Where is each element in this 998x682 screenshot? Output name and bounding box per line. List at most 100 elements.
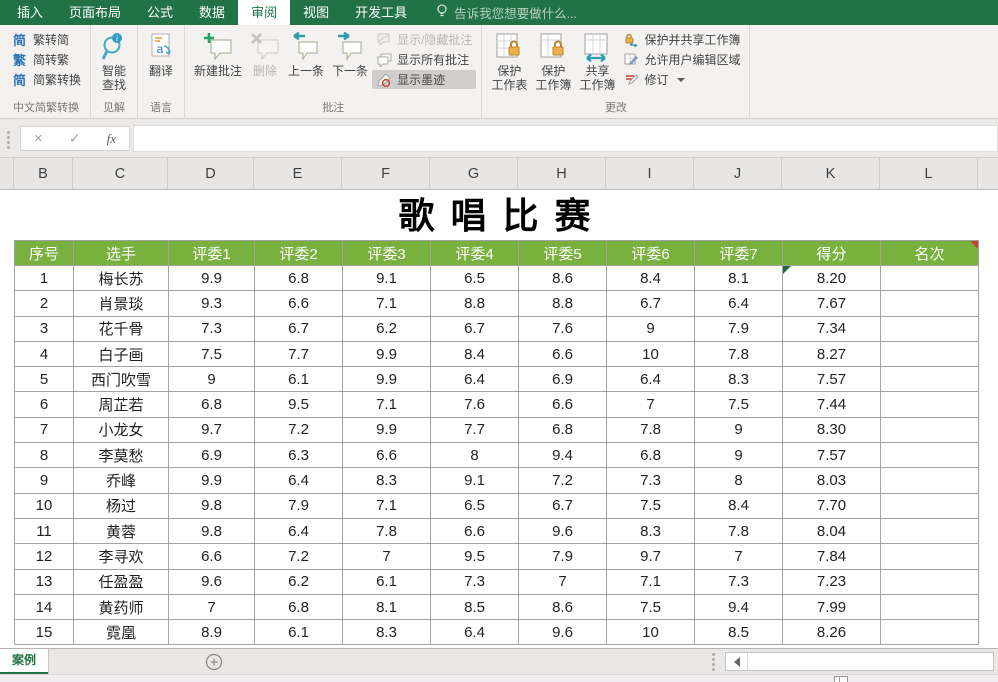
show-hide-comment-button[interactable]: 显示/隐藏批注	[372, 30, 476, 49]
cell-rank[interactable]	[880, 442, 979, 469]
ribbon-tab[interactable]: 数据	[186, 0, 238, 25]
cell-judge-score[interactable]: 6.8	[254, 264, 343, 292]
cell-contestant[interactable]: 西门吹雪	[73, 366, 169, 393]
cell-total-score[interactable]: 7.57	[782, 366, 881, 393]
cell-index[interactable]: 11	[14, 517, 74, 545]
cell-judge-score[interactable]: 8.3	[606, 517, 695, 545]
cell-judge-score[interactable]: 6.8	[606, 442, 695, 469]
cell-judge-score[interactable]: 6.1	[254, 366, 343, 393]
column-header-D[interactable]: D	[168, 158, 254, 189]
cell-judge-score[interactable]: 6.7	[518, 492, 607, 519]
cell-rank[interactable]	[880, 543, 979, 570]
ribbon-tab[interactable]: 插入	[4, 0, 56, 25]
cell-judge-score[interactable]: 8.1	[342, 593, 431, 621]
cell-rank[interactable]	[880, 391, 979, 418]
cell-judge-score[interactable]: 6.9	[168, 442, 255, 469]
cell-judge-score[interactable]: 6.6	[518, 340, 607, 368]
cell-index[interactable]: 5	[14, 366, 74, 393]
cell-judge-score[interactable]: 7	[342, 543, 431, 570]
enter-icon[interactable]: ✓	[69, 130, 81, 147]
cell-contestant[interactable]: 小龙女	[73, 416, 169, 444]
ribbon-tab[interactable]: 开发工具	[342, 0, 420, 25]
column-header-E[interactable]: E	[254, 158, 342, 189]
cell-contestant[interactable]: 肖景琰	[73, 290, 169, 317]
sheet-tab-active[interactable]: 案例	[0, 649, 50, 674]
selected-cell[interactable]: 8.20	[782, 264, 881, 292]
ribbon-tab[interactable]: 页面布局	[56, 0, 134, 25]
cell-judge-score[interactable]: 7.9	[518, 543, 607, 570]
cell-rank[interactable]	[880, 416, 979, 444]
cell-rank[interactable]	[880, 593, 979, 621]
cell-rank[interactable]	[880, 366, 979, 393]
cell-judge-score[interactable]: 6.4	[254, 467, 343, 494]
cell-total-score[interactable]: 7.67	[782, 290, 881, 317]
cell-rank[interactable]	[880, 340, 979, 368]
cell-judge-score[interactable]: 6.6	[518, 391, 607, 418]
cell-judge-score[interactable]: 6.6	[342, 442, 431, 469]
cell-judge-score[interactable]: 6.6	[254, 290, 343, 317]
cell-judge-score[interactable]: 8.8	[430, 290, 519, 317]
protect-sheet-button[interactable]: 保护 工作表	[487, 28, 531, 100]
cell-judge-score[interactable]: 6.8	[254, 593, 343, 621]
scrollbar-track[interactable]	[748, 653, 993, 670]
cell-judge-score[interactable]: 9.1	[342, 264, 431, 292]
cell-rank[interactable]	[880, 290, 979, 317]
cell-judge-score[interactable]: 7.1	[342, 391, 431, 418]
cell-judge-score[interactable]: 9.4	[694, 593, 783, 621]
delete-comment-button[interactable]: 删除	[246, 28, 284, 100]
cell-contestant[interactable]: 霓凰	[73, 619, 169, 646]
cell-judge-score[interactable]: 7.3	[694, 568, 783, 595]
cell-total-score[interactable]: 7.84	[782, 543, 881, 570]
previous-comment-button[interactable]: 上一条	[284, 28, 328, 100]
cell-total-score[interactable]: 8.03	[782, 467, 881, 494]
cell-judge-score[interactable]: 7.6	[518, 315, 607, 342]
translate-button[interactable]: a 翻译	[143, 28, 179, 100]
cell-judge-score[interactable]: 7.9	[694, 315, 783, 342]
cell-judge-score[interactable]: 6.2	[342, 315, 431, 342]
horizontal-scrollbar[interactable]	[712, 652, 994, 671]
cell-judge-score[interactable]: 9.5	[430, 543, 519, 570]
cell-rank[interactable]	[880, 619, 979, 646]
cell-index[interactable]: 14	[14, 593, 74, 621]
cell-contestant[interactable]: 梅长苏	[73, 264, 169, 292]
cell-total-score[interactable]: 7.70	[782, 492, 881, 519]
allow-edit-ranges-button[interactable]: 允许用户编辑区域	[619, 50, 744, 69]
table-header-cell[interactable]: 名次	[880, 240, 979, 266]
cell-judge-score[interactable]: 7.8	[694, 517, 783, 545]
cell-judge-score[interactable]: 9.9	[342, 416, 431, 444]
cell-judge-score[interactable]: 6.4	[694, 290, 783, 317]
cell-judge-score[interactable]: 6.5	[430, 264, 519, 292]
cell-judge-score[interactable]: 8	[430, 442, 519, 469]
cell-judge-score[interactable]: 9.9	[168, 264, 255, 292]
sheet-grid[interactable]: 歌 唱 比 赛 序号 选手 评委1 评委2 评委3 评委4 评委5 评委6 评委7 得分 名次 1梅…	[0, 190, 998, 648]
protect-workbook-button[interactable]: 保护 工作簿	[531, 28, 575, 100]
cell-judge-score[interactable]: 9.9	[342, 340, 431, 368]
smart-lookup-button[interactable]: i 智能 查找	[96, 28, 132, 100]
table-header-cell[interactable]: 得分	[782, 240, 881, 266]
cell-judge-score[interactable]: 9	[694, 442, 783, 469]
cell-judge-score[interactable]: 8.5	[430, 593, 519, 621]
table-header-cell[interactable]: 选手	[73, 240, 169, 266]
cell-rank[interactable]	[880, 264, 979, 292]
cell-judge-score[interactable]: 7.8	[606, 416, 695, 444]
cell-contestant[interactable]: 白子画	[73, 340, 169, 368]
cell-judge-score[interactable]: 6.6	[430, 517, 519, 545]
cell-contestant[interactable]: 周芷若	[73, 391, 169, 418]
cell-judge-score[interactable]: 7.3	[168, 315, 255, 342]
cell-judge-score[interactable]: 7.5	[606, 593, 695, 621]
cell-contestant[interactable]: 任盈盈	[73, 568, 169, 595]
cell-judge-score[interactable]: 8.6	[518, 593, 607, 621]
track-changes-button[interactable]: 修订	[619, 70, 744, 89]
column-header-F[interactable]: F	[342, 158, 430, 189]
cell-index[interactable]: 3	[14, 315, 74, 342]
cell-index[interactable]: 8	[14, 442, 74, 469]
table-header-cell[interactable]: 评委2	[254, 240, 343, 266]
cell-index[interactable]: 2	[14, 290, 74, 317]
table-header-cell[interactable]: 评委7	[694, 240, 783, 266]
column-header-B[interactable]: B	[14, 158, 73, 189]
cell-judge-score[interactable]: 6.4	[254, 517, 343, 545]
cell-contestant[interactable]: 乔峰	[73, 467, 169, 494]
cell-judge-score[interactable]: 9.1	[430, 467, 519, 494]
cell-judge-score[interactable]: 9.3	[168, 290, 255, 317]
cell-judge-score[interactable]: 9.7	[606, 543, 695, 570]
